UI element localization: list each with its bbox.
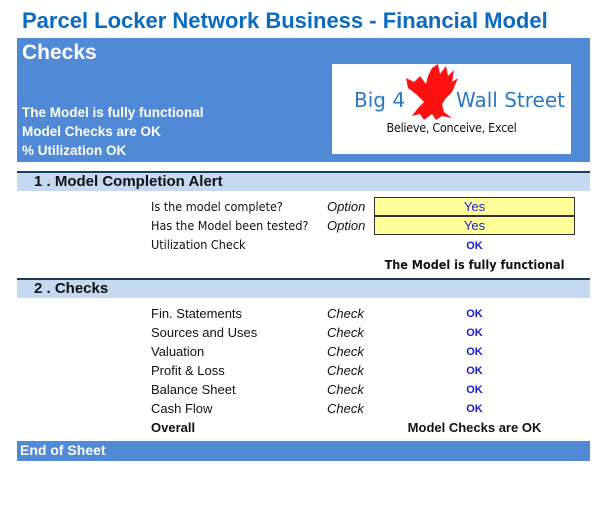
eagle-icon [406, 64, 458, 120]
end-of-sheet-label: End of Sheet [20, 442, 106, 458]
logo-brand-right: Wall Street [456, 88, 565, 112]
check-row-value: OK [466, 365, 483, 377]
check-row-label: Cash Flow [151, 401, 213, 416]
company-logo: Big 4 Wall Street Believe, Conceive, Exc… [332, 64, 571, 154]
section-header-checks: 2 . Checks [17, 278, 590, 298]
sheet-name: Checks [22, 41, 97, 64]
section-header-model-completion: 1 . Model Completion Alert [17, 171, 590, 191]
check-row-label: Balance Sheet [151, 382, 236, 397]
check-row-label: Valuation [151, 344, 205, 359]
model-complete-input[interactable]: Yes [374, 197, 575, 216]
check-row-value: OK [466, 327, 483, 339]
check-row-label: Fin. Statements [151, 306, 243, 321]
check-row-label: Profit & Loss [151, 363, 225, 378]
check-row-type: Check [327, 401, 364, 416]
check-row-value: OK [466, 346, 483, 358]
model-tested-input[interactable]: Yes [374, 216, 575, 235]
status-line-utilization: % Utilization OK [22, 143, 127, 158]
row-label-utilization-check: Utilization Check [151, 237, 246, 252]
overall-value: Model Checks are OK [407, 420, 542, 435]
utilization-check-value: OK [466, 240, 483, 252]
check-row-value: OK [466, 384, 483, 396]
check-row-label: Sources and Uses [151, 325, 258, 340]
status-line-checks: Model Checks are OK [22, 124, 161, 139]
check-row-type: Check [327, 306, 364, 321]
row-label-model-tested: Has the Model been tested? [151, 218, 309, 233]
model-functional-summary: The Model is fully functional [384, 257, 565, 272]
model-title: Parcel Locker Network Business - Financi… [22, 8, 548, 33]
check-row-type: Check [327, 382, 364, 397]
status-line-functional: The Model is fully functional [22, 105, 204, 120]
check-row-type: Check [327, 325, 364, 340]
row-type-option: Option [327, 199, 366, 214]
check-row-value: OK [466, 403, 483, 415]
check-row-type: Check [327, 363, 364, 378]
logo-tagline: Believe, Conceive, Excel [386, 120, 517, 135]
row-type-option: Option [327, 218, 366, 233]
check-row-value: OK [466, 308, 483, 320]
sheet-banner: Checks The Model is fully functional Mod… [17, 38, 590, 162]
row-label-model-complete: Is the model complete? [151, 199, 283, 214]
check-row-type: Check [327, 344, 364, 359]
end-of-sheet-bar: End of Sheet [17, 441, 590, 461]
overall-label: Overall [151, 420, 196, 435]
logo-brand-left: Big 4 [354, 88, 406, 112]
